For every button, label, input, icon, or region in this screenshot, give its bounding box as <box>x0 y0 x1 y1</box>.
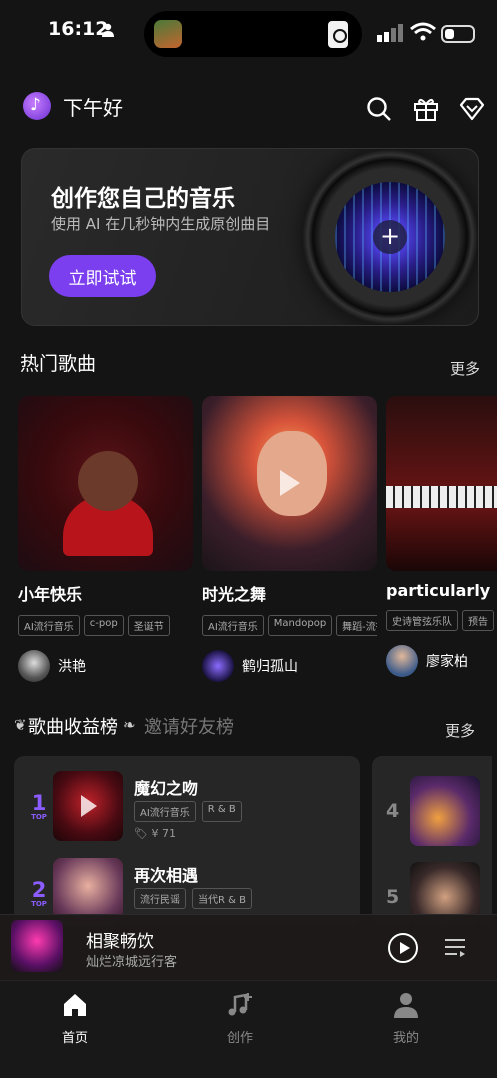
song-author[interactable]: 廖家柏 <box>386 645 497 677</box>
author-name: 洪艳 <box>58 659 86 675</box>
song-name: 时光之舞 <box>202 585 267 604</box>
song-card[interactable]: particularly 史诗管弦乐队 预告 廖家柏 <box>386 396 497 677</box>
app-activity-icon <box>154 20 182 48</box>
author-name: 鹤归孤山 <box>242 659 298 675</box>
tag: R & B <box>201 801 242 822</box>
tab-label: 创作 <box>226 1031 253 1046</box>
avatar[interactable] <box>18 650 50 682</box>
laurel-left-icon: ❦ <box>14 716 27 734</box>
song-name: particularly <box>386 581 491 600</box>
song-cover[interactable] <box>386 396 497 571</box>
song-author[interactable]: 洪艳 <box>18 650 193 682</box>
user-icon <box>394 993 418 1018</box>
play-icon[interactable] <box>280 470 300 496</box>
tab-profile[interactable]: 我的 <box>371 991 441 1046</box>
battery-icon <box>441 25 475 43</box>
song-tags: AI流行音乐 R & B <box>134 801 242 822</box>
rank-number: 2 TOP <box>31 878 47 908</box>
tag: 流行民谣 <box>134 888 186 909</box>
tag: 史诗管弦乐队 <box>386 610 458 631</box>
banner-subtitle: 使用 AI 在几秒钟内生成原创曲目 <box>51 215 271 233</box>
tag: Mandopop <box>267 615 333 636</box>
tab-create[interactable]: 创作 <box>205 991 275 1046</box>
song-name: 小年快乐 <box>18 585 83 604</box>
tag: 当代R & B <box>192 888 252 909</box>
search-icon[interactable] <box>366 96 392 122</box>
tag: c-pop <box>83 615 124 636</box>
song-thumbnail[interactable] <box>410 776 480 846</box>
try-now-button[interactable]: 立即试试 <box>49 255 156 297</box>
song-cover[interactable] <box>202 396 377 571</box>
song-author[interactable]: 鹤归孤山 <box>202 650 377 682</box>
now-playing-title: 相聚畅饮 <box>86 932 154 952</box>
tag: 预告 <box>462 610 494 631</box>
song-tags: AI流行音乐 Mandopop 舞蹈-流行 <box>202 615 377 636</box>
song-tags: 流行民谣 当代R & B <box>134 888 252 909</box>
hot-songs-title: 热门歌曲 <box>20 353 97 375</box>
song-card[interactable]: 小年快乐 AI流行音乐 c-pop 圣诞节 洪艳 <box>18 396 193 682</box>
dynamic-island <box>144 11 362 57</box>
leaderboard-row[interactable]: 1 TOP 魔幻之吻 AI流行音乐 R & B 🏷 ¥ 71 <box>14 771 360 849</box>
invite-leaderboard-card: 4 5 <box>372 756 492 926</box>
rank-number: 4 <box>386 800 400 822</box>
cellular-signal-icon <box>377 24 403 42</box>
now-playing-cover[interactable] <box>11 920 63 972</box>
tag: 舞蹈-流行 <box>336 615 377 636</box>
tag-icon: 🏷 <box>134 827 148 840</box>
diamond-vip-icon[interactable] <box>459 96 485 122</box>
rank-number: 5 <box>386 886 400 908</box>
tag: AI流行音乐 <box>202 615 264 636</box>
laurel-right-icon: ❧ <box>123 716 136 734</box>
avatar[interactable] <box>202 650 234 682</box>
avatar[interactable] <box>386 645 418 677</box>
bottom-tab-bar: 首页 创作 我的 <box>0 980 497 1078</box>
playlist-icon[interactable] <box>445 937 465 957</box>
vinyl-disc[interactable]: + <box>302 149 478 325</box>
create-music-banner[interactable]: 创作您自己的音乐 使用 AI 在几秒钟内生成原创曲目 立即试试 + <box>21 148 479 326</box>
person-icon <box>102 23 114 37</box>
status-bar: 16:12 <box>0 0 497 62</box>
gift-icon[interactable] <box>413 96 439 122</box>
tab-home[interactable]: 首页 <box>40 991 110 1046</box>
wifi-icon <box>410 22 436 41</box>
tab-invite-friends[interactable]: 邀请好友榜 <box>144 713 234 739</box>
tag: AI流行音乐 <box>18 615 80 636</box>
play-icon[interactable] <box>81 795 97 817</box>
music-note-plus-icon <box>228 993 252 1016</box>
mini-player[interactable]: 相聚畅饮 灿烂凉城远行客 <box>0 914 497 980</box>
song-thumbnail[interactable] <box>53 771 123 841</box>
song-cover[interactable] <box>18 396 193 571</box>
play-button[interactable] <box>388 933 418 963</box>
hot-songs-more-link[interactable]: 更多 <box>450 358 480 379</box>
add-icon[interactable]: + <box>373 220 407 254</box>
battery-level <box>445 29 455 39</box>
song-name: 魔幻之吻 <box>134 779 199 798</box>
author-name: 廖家柏 <box>426 654 468 670</box>
app-logo <box>23 92 51 120</box>
leaderboard-more-link[interactable]: 更多 <box>445 720 475 741</box>
greeting-text: 下午好 <box>63 96 123 120</box>
now-playing-artist: 灿烂凉城远行客 <box>86 955 178 970</box>
earnings-leaderboard-card: 1 TOP 魔幻之吻 AI流行音乐 R & B 🏷 ¥ 71 2 TOP 再次相遇 … <box>14 756 360 926</box>
home-icon <box>64 994 86 1016</box>
song-tags: 史诗管弦乐队 预告 <box>386 610 497 631</box>
song-card[interactable]: 时光之舞 AI流行音乐 Mandopop 舞蹈-流行 鹤归孤山 <box>202 396 377 682</box>
tag: 圣诞节 <box>127 615 170 636</box>
earnings: 🏷 ¥ 71 <box>134 827 176 840</box>
speaker-icon <box>328 21 348 48</box>
song-tags: AI流行音乐 c-pop 圣诞节 <box>18 615 193 636</box>
banner-title: 创作您自己的音乐 <box>51 186 235 212</box>
tab-label: 我的 <box>392 1031 419 1046</box>
tab-song-earnings[interactable]: 歌曲收益榜 <box>28 713 118 739</box>
tag: AI流行音乐 <box>134 801 196 822</box>
song-name: 再次相遇 <box>134 866 199 885</box>
tab-label: 首页 <box>61 1031 88 1046</box>
status-time: 16:12 <box>48 18 109 40</box>
rank-number: 1 TOP <box>31 791 47 821</box>
